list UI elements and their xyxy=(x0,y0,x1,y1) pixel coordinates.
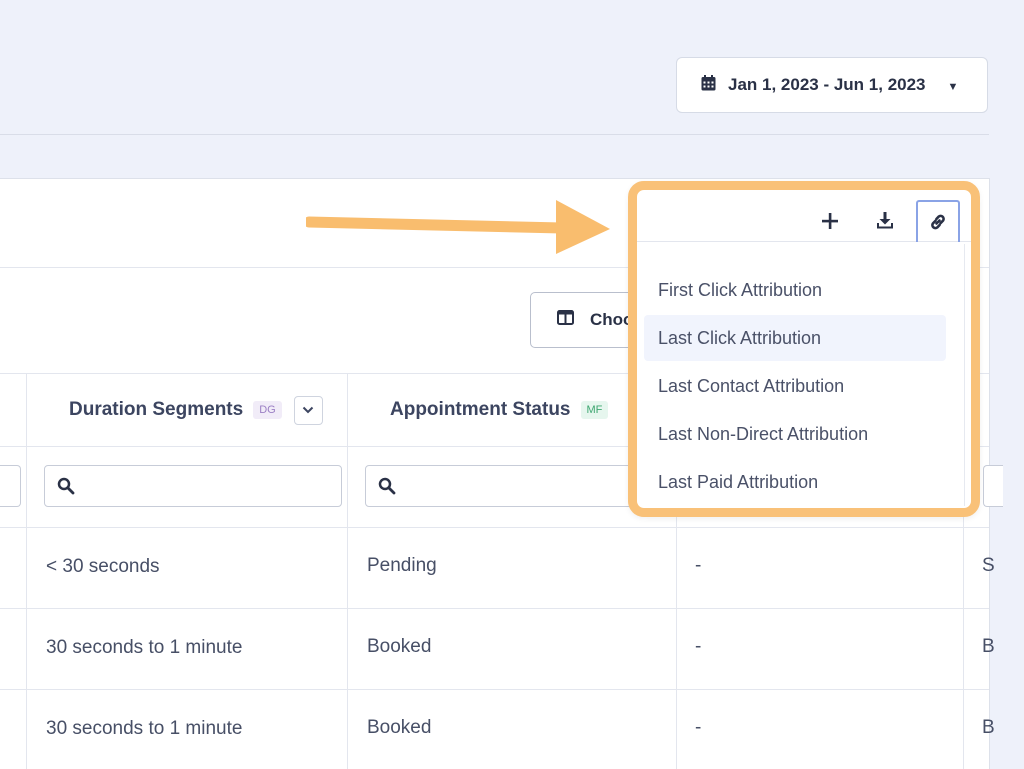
popup-toolbar xyxy=(637,190,971,242)
link-icon xyxy=(931,214,945,230)
menu-item-last-click-attribution[interactable]: Last Click Attribution xyxy=(644,315,946,361)
cell-duration: 30 seconds to 1 minute xyxy=(46,637,243,658)
filter-duration-segments[interactable] xyxy=(44,465,342,507)
annotation-arrow-icon xyxy=(306,200,610,254)
add-button[interactable] xyxy=(808,200,852,242)
menu-item-last-contact-attribution[interactable]: Last Contact Attribution xyxy=(644,363,946,409)
cell-duration: < 30 seconds xyxy=(46,556,160,577)
cell-value: - xyxy=(695,717,702,738)
date-range-label: Jan 1, 2023 - Jun 1, 2023 xyxy=(728,75,926,94)
download-button[interactable] xyxy=(863,200,907,242)
column-header-label: Appointment Status xyxy=(390,399,571,420)
calendar-icon xyxy=(701,74,716,96)
cell-value: - xyxy=(695,636,702,657)
row-line xyxy=(0,689,989,690)
cell-value: B xyxy=(982,717,995,738)
column-header-duration-segments: Duration Segments DG xyxy=(69,374,323,446)
menu-item-last-paid-attribution[interactable]: Last Paid Attribution xyxy=(644,459,946,505)
cell-value: - xyxy=(695,555,702,576)
menu-item-last-non-direct-attribution[interactable]: Last Non-Direct Attribution xyxy=(644,411,946,457)
attribution-menu-popup: First Click Attribution Last Click Attri… xyxy=(628,181,980,517)
cell-status: Pending xyxy=(367,555,437,576)
choose-columns-label: Choo xyxy=(590,310,634,329)
plus-icon xyxy=(822,213,838,229)
header-divider xyxy=(0,134,989,135)
filter-input-partial[interactable] xyxy=(983,465,1003,507)
filter-input-partial[interactable] xyxy=(0,465,21,507)
row-line xyxy=(0,527,989,528)
column-header-appointment-status: Appointment Status MF xyxy=(390,374,609,446)
column-header-label: Duration Segments xyxy=(69,399,244,420)
cell-duration: 30 seconds to 1 minute xyxy=(46,718,243,739)
column-menu-button[interactable] xyxy=(293,395,323,425)
date-range-picker[interactable]: Jan 1, 2023 - Jun 1, 2023 ▼ xyxy=(676,57,988,113)
columns-icon xyxy=(557,310,574,330)
download-icon xyxy=(877,212,893,229)
chevron-down-icon xyxy=(302,406,314,414)
row-line xyxy=(0,608,989,609)
caret-down-icon: ▼ xyxy=(947,80,959,93)
cell-status: Booked xyxy=(367,717,432,738)
search-input[interactable] xyxy=(83,476,341,496)
cell-value: S xyxy=(982,555,995,576)
source-tag: MF xyxy=(580,401,609,419)
attribution-link-button[interactable] xyxy=(916,200,960,242)
search-input[interactable] xyxy=(404,476,664,496)
menu-scrollbar[interactable] xyxy=(964,244,965,506)
cell-status: Booked xyxy=(367,636,432,657)
cell-value: B xyxy=(982,636,995,657)
search-icon xyxy=(378,477,396,495)
menu-item-first-click-attribution[interactable]: First Click Attribution xyxy=(644,267,946,313)
column-line xyxy=(347,373,348,769)
search-icon xyxy=(57,477,75,495)
source-tag: DG xyxy=(253,401,282,419)
column-line xyxy=(26,373,27,769)
filter-appointment-status[interactable] xyxy=(365,465,665,507)
